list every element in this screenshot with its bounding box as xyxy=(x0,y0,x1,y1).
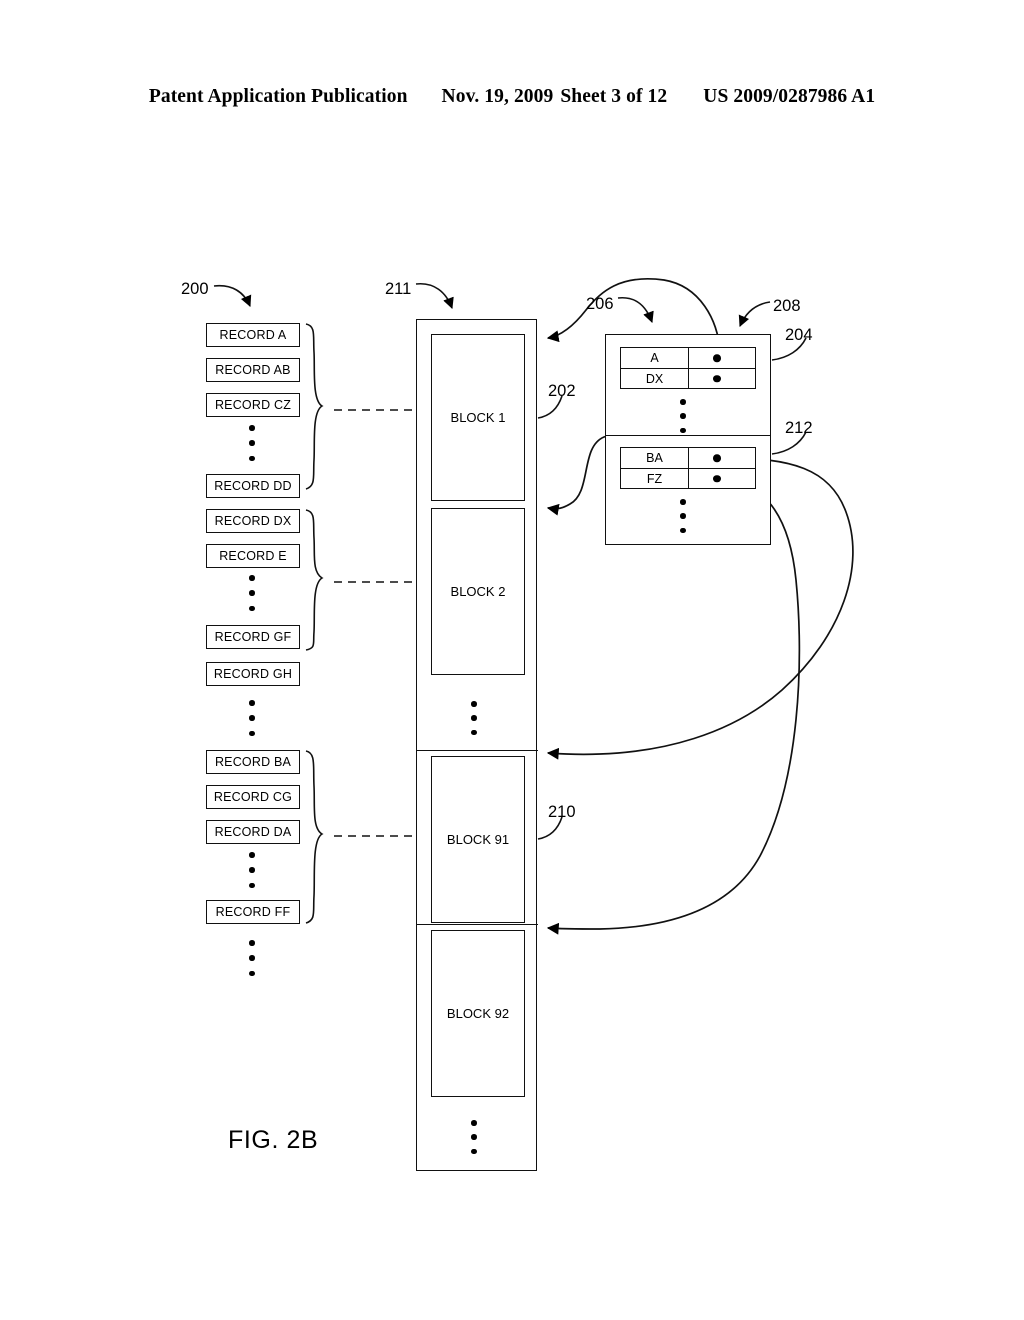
record-box[interactable]: RECORD CG xyxy=(206,785,300,809)
record-box[interactable]: RECORD GF xyxy=(206,625,300,649)
record-list-ellipsis xyxy=(249,852,255,888)
record-list-ellipsis xyxy=(249,700,255,736)
mapping-table-group-lower: BA FZ xyxy=(620,447,756,489)
reference-numeral-204: 204 xyxy=(785,326,813,344)
block-column: BLOCK 1 BLOCK 2 BLOCK 91 BLOCK 92 xyxy=(416,319,538,1171)
block-cell[interactable]: BLOCK 91 xyxy=(431,756,525,923)
mapping-table-ellipsis xyxy=(680,399,686,433)
record-group-brace-3 xyxy=(305,750,324,924)
reference-numeral-212: 212 xyxy=(785,419,813,437)
block-column-ellipsis xyxy=(471,701,477,735)
record-box[interactable]: RECORD E xyxy=(206,544,300,568)
mapping-key: FZ xyxy=(621,469,689,488)
ref-leader-206 xyxy=(617,297,654,324)
ref-leader-208 xyxy=(738,301,771,328)
record-box[interactable]: RECORD A xyxy=(206,323,300,347)
pointer-curve-fz-to-block92 xyxy=(546,477,801,935)
block-cell[interactable]: BLOCK 92 xyxy=(431,930,525,1097)
block-column-divider xyxy=(417,750,538,751)
mapping-pointer-cell xyxy=(689,369,755,388)
record-box[interactable]: RECORD CZ xyxy=(206,393,300,417)
mapping-table-ellipsis xyxy=(680,499,686,533)
record-group-brace-2 xyxy=(305,509,324,651)
table-row[interactable]: DX xyxy=(621,368,755,388)
reference-numeral-211: 211 xyxy=(385,280,412,298)
record-list-ellipsis xyxy=(249,575,255,611)
mapping-key: A xyxy=(621,348,689,368)
table-row[interactable]: BA xyxy=(621,448,755,468)
mapping-table-group-upper: A DX xyxy=(620,347,756,389)
reference-numeral-200: 200 xyxy=(181,280,209,298)
mapping-key: DX xyxy=(621,369,689,388)
record-box[interactable]: RECORD DX xyxy=(206,509,300,533)
reference-numeral-208: 208 xyxy=(773,297,801,315)
block-column-ellipsis xyxy=(471,1120,477,1154)
record-box[interactable]: RECORD BA xyxy=(206,750,300,774)
reference-numeral-206: 206 xyxy=(586,295,614,313)
record-box[interactable]: RECORD DD xyxy=(206,474,300,498)
block-column-divider xyxy=(417,924,538,925)
mapping-key: BA xyxy=(621,448,689,468)
pointer-dot-icon xyxy=(713,354,721,362)
mapping-pointer-cell xyxy=(689,348,755,368)
figure-2b: RECORD A RECORD AB RECORD CZ RECORD DD R… xyxy=(0,0,1024,1320)
record-list-ellipsis xyxy=(249,425,255,461)
pointer-dot-icon xyxy=(713,454,721,462)
reference-numeral-202: 202 xyxy=(548,382,576,400)
ref-leader-211 xyxy=(415,283,454,310)
table-row[interactable]: FZ xyxy=(621,468,755,488)
mapping-pointer-cell xyxy=(689,469,755,488)
record-box[interactable]: RECORD FF xyxy=(206,900,300,924)
block-cell[interactable]: BLOCK 2 xyxy=(431,508,525,675)
record-box[interactable]: RECORD AB xyxy=(206,358,300,382)
record-group-brace-1 xyxy=(305,323,324,490)
mapping-pointer-cell xyxy=(689,448,755,468)
mapping-table-divider xyxy=(606,435,770,436)
pointer-dot-icon xyxy=(713,374,721,383)
block-cell[interactable]: BLOCK 1 xyxy=(431,334,525,501)
record-box[interactable]: RECORD DA xyxy=(206,820,300,844)
reference-numeral-210: 210 xyxy=(548,803,576,821)
record-box[interactable]: RECORD GH xyxy=(206,662,300,686)
record-list-ellipsis xyxy=(249,940,255,976)
pointer-dot-icon xyxy=(713,474,721,483)
figure-caption: FIG. 2B xyxy=(228,1126,319,1154)
mapping-table: A DX BA FZ xyxy=(605,334,771,545)
table-row[interactable]: A xyxy=(621,348,755,368)
ref-leader-200 xyxy=(213,284,252,308)
